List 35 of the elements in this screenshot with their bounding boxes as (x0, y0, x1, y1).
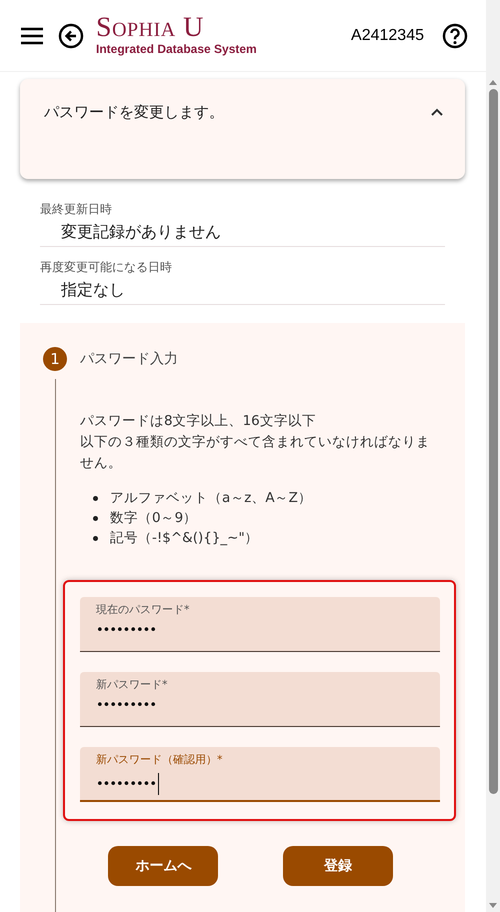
info-value: 指定なし (60, 280, 126, 301)
field-label: 現在のパスワード* (96, 602, 190, 617)
text-cursor (158, 773, 160, 795)
menu-icon[interactable] (20, 26, 44, 44)
password-field[interactable]: 現在のパスワード* ••••••••• (80, 597, 440, 652)
step-title: パスワード入力 (80, 350, 178, 368)
password-value: ••••••••• (96, 698, 156, 713)
description-text: 以下の３種類の文字がすべて含まれていなければなりません。 (80, 433, 431, 473)
description-text: パスワードは8文字以上、16文字以下 (80, 412, 317, 431)
user-id: A2412345 (351, 26, 424, 44)
password-field[interactable]: 新パスワード（確認用）* ••••••••• (80, 747, 440, 802)
step-number: 1 (43, 347, 67, 371)
field-label: 新パスワード（確認用）* (96, 752, 224, 767)
info-label: 最終更新日時 (40, 201, 113, 218)
scrollbar[interactable] (486, 0, 500, 912)
help-icon[interactable] (442, 22, 468, 48)
bullet-icon (93, 516, 98, 520)
notice-card[interactable]: パスワードを変更します。 (20, 79, 465, 179)
info-label: 再度変更可能になる日時 (40, 259, 173, 276)
chevron-icon[interactable] (431, 108, 443, 116)
field-label: 新パスワード* (96, 677, 168, 692)
bullet-icon (93, 536, 98, 540)
rule-text: アルファベット（a～z、A～Z） (110, 489, 312, 508)
rule-text: 記号（-!$^&(){}_~"） (110, 529, 259, 548)
logo-subtitle: Integrated Database System (96, 42, 257, 57)
logo-title: Sophia U (96, 14, 205, 42)
bullet-icon (93, 496, 98, 500)
notice-text: パスワードを変更します。 (44, 103, 224, 122)
action-button[interactable]: 登録 (282, 846, 393, 886)
info-value: 変更記録がありません (60, 222, 222, 243)
password-value: ••••••••• (96, 776, 156, 792)
password-value: ••••••••• (96, 623, 156, 638)
password-field[interactable]: 新パスワード* ••••••••• (80, 672, 440, 727)
rule-text: 数字（0～9） (110, 509, 198, 528)
action-button[interactable]: ホームへ (108, 846, 218, 886)
